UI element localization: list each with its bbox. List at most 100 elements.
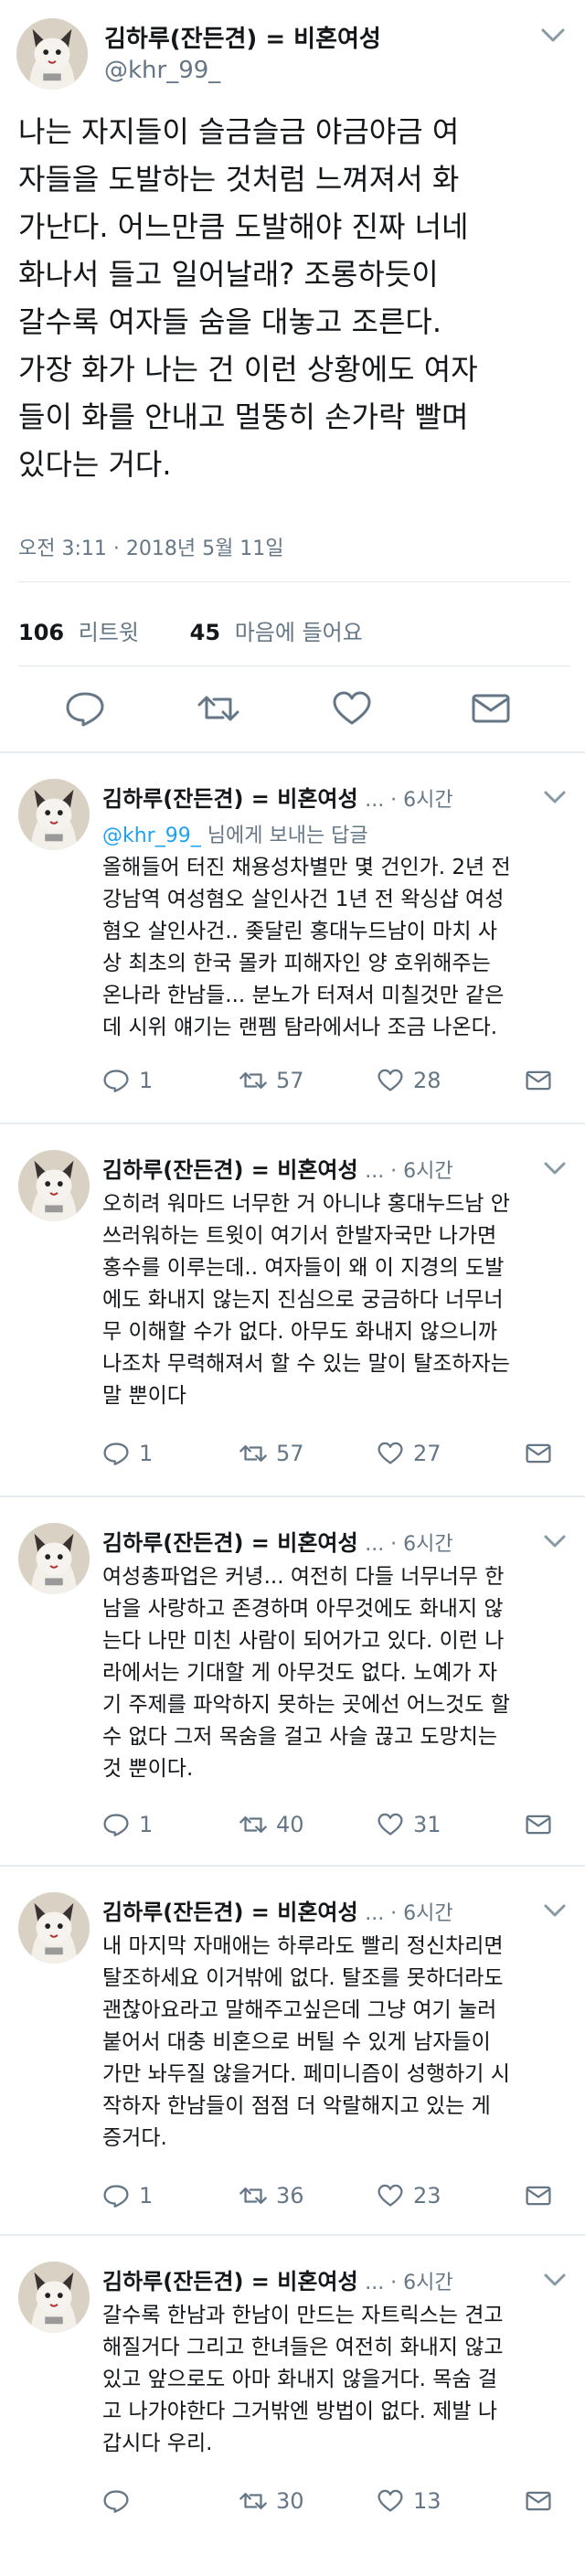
reply-text-line: 말 뿐이다	[102, 1384, 186, 1408]
replies-count: 1	[139, 1812, 154, 1837]
reply-text-line: 내 마지막 자매애는 하루라도 빨리 정신차리면	[102, 1934, 504, 1958]
reply-text-line: 오히려 워마드 너무한 거 아니냐 홍대누드남 안	[102, 1192, 510, 1216]
reply-text-line: 작하자 한남들이 점점 더 악랄해지고 있는 게	[102, 2094, 491, 2118]
reply-header: 김하루(잔든견) = 비혼여성 ... · 6시간	[102, 1525, 453, 1557]
message-icon	[526, 1815, 551, 1835]
reply-text-line: 데 시위 얘기는 랜펨 탐라에서나 조금 나온다.	[102, 1016, 498, 1039]
message-button[interactable]	[525, 2179, 561, 2212]
retweets-count: 36	[276, 2183, 304, 2209]
tweet-text-line: 자들을 도발하는 것처럼 느껴져서 화	[18, 162, 460, 197]
reply-button[interactable]	[102, 2485, 139, 2517]
author-avatar[interactable]	[18, 2262, 90, 2333]
reply-text-line: 홍수를 이루는데.. 여자들이 왜 이 지경의 도발	[102, 1256, 505, 1280]
reply-button[interactable]: 1	[102, 1437, 153, 1470]
author-avatar[interactable]	[18, 1892, 90, 1964]
reply-button[interactable]: 1	[102, 1064, 153, 1097]
reply-button[interactable]	[62, 687, 108, 729]
chevron-down-icon[interactable]	[541, 786, 569, 808]
tweet-text-line: 가장 화가 나는 건 이런 상황에도 여자	[18, 352, 478, 387]
like-button[interactable]: 28	[377, 1064, 441, 1097]
like-button[interactable]: 27	[377, 1437, 441, 1470]
author-name[interactable]: 김하루(잔든견) = 비혼여성	[102, 1530, 358, 1556]
message-icon	[472, 694, 510, 723]
retweet-icon	[239, 2187, 267, 2204]
chevron-down-icon[interactable]	[537, 22, 569, 48]
reply-icon	[103, 1814, 129, 1836]
reply-text-line: 붙어서 대충 비혼으로 버틸 수 있게 남자들이	[102, 2030, 491, 2054]
message-icon	[526, 2186, 551, 2206]
message-button[interactable]	[525, 1437, 561, 1470]
reply-text: 내 마지막 자매애는 하루라도 빨리 정신차리면 탈조하세요 이거밖에 없다. …	[102, 1931, 570, 2155]
message-icon	[526, 1443, 551, 1464]
retweet-button[interactable]: 30	[239, 2485, 304, 2517]
message-button[interactable]	[468, 687, 514, 729]
author-handle[interactable]: @khr_99_	[104, 57, 220, 84]
author-name[interactable]: 김하루(잔든견) = 비혼여성	[102, 786, 358, 812]
author-avatar[interactable]	[18, 1150, 90, 1221]
reply-icon	[103, 1442, 129, 1465]
reply-text-line: 것 뿐이다.	[102, 1757, 194, 1781]
author-name[interactable]: 김하루(잔든견) = 비혼여성	[102, 2269, 358, 2294]
like-button[interactable]: 23	[377, 2179, 441, 2212]
reply-text-line: 에도 화내지 않는지 진심으로 궁금하다 너무너	[102, 1288, 504, 1312]
retweet-button[interactable]: 36	[239, 2179, 304, 2212]
retweets-label[interactable]: 리트윗	[79, 620, 139, 645]
reply-actions: 1 36 23	[102, 2179, 570, 2212]
reply-tweet[interactable]: 김하루(잔든견) = 비혼여성 ... · 6시간 내 마지막 자매애는 하루라…	[0, 1892, 585, 2221]
retweet-button[interactable]: 57	[239, 1064, 304, 1097]
separator	[0, 1865, 585, 1867]
replying-to-handle[interactable]: @khr_99_	[102, 825, 201, 847]
chevron-down-icon[interactable]	[541, 2269, 569, 2291]
author-avatar[interactable]	[18, 779, 90, 850]
reply-tweet[interactable]: 김하루(잔든견) = 비혼여성 ... · 6시간 갈수록 한남과 한남이 만드…	[0, 2262, 585, 2572]
reply-meta: ... · 6시간	[365, 1902, 453, 1925]
retweet-button[interactable]: 57	[239, 1437, 304, 1470]
message-button[interactable]	[525, 1064, 561, 1097]
like-button[interactable]: 31	[377, 1808, 441, 1841]
likes-label[interactable]: 마음에 들어요	[235, 620, 363, 645]
reply-tweet[interactable]: 김하루(잔든견) = 비혼여성 ... · 6시간 @khr_99_ 님에게 보…	[0, 779, 585, 1108]
reply-text-line: 가만 놔두질 않을거다. 페미니즘이 성행하기 시	[102, 2062, 510, 2086]
separator	[0, 2234, 585, 2236]
reply-text-line: 갑시다 우리.	[102, 2432, 213, 2455]
reply-tweet[interactable]: 김하루(잔든견) = 비혼여성 ... · 6시간 여성총파업은 커녕... 여…	[0, 1523, 585, 1852]
reply-actions: 1 57 27	[102, 1437, 570, 1470]
like-button[interactable]: 13	[377, 2485, 441, 2517]
message-button[interactable]	[525, 1808, 561, 1841]
message-button[interactable]	[525, 2485, 561, 2517]
reply-tweet[interactable]: 김하루(잔든견) = 비혼여성 ... · 6시간 오히려 워마드 너무한 거 …	[0, 1150, 585, 1488]
retweet-button[interactable]	[196, 687, 241, 729]
retweets-count[interactable]: 106	[18, 620, 64, 645]
tweet-timestamp[interactable]: 오전 3:11 · 2018년 5월 11일	[18, 532, 284, 561]
tweet-text-line: 갈수록 여자들 숨을 대놓고 조른다.	[18, 304, 442, 339]
reply-text: 오히려 워마드 너무한 거 아니냐 홍대누드남 안 쓰러워하는 트윗이 여기서 …	[102, 1188, 570, 1412]
reply-text-line: 해질거다 그리고 한녀들은 여전히 화내지 않고	[102, 2336, 504, 2359]
tweet-text-line: 가난다. 어느만큼 도발해야 진짜 너네	[18, 209, 469, 244]
tweet-text-line: 나는 자지들이 슬금슬금 야금야금 여	[18, 114, 460, 149]
author-avatar[interactable]	[16, 18, 88, 90]
reply-text-line: 무 이해할 수가 없다. 아무도 화내지 않으니까	[102, 1320, 498, 1344]
reply-button[interactable]: 1	[102, 2179, 153, 2212]
author-name[interactable]: 김하루(잔든견) = 비혼여성	[102, 1900, 358, 1925]
reply-text-line: 상 최초의 한국 몰카 피해자인 양 호위해주는	[102, 952, 491, 975]
chevron-down-icon[interactable]	[541, 1530, 569, 1552]
reply-text-line: 라에서는 기대할 게 아무것도 없다. 노예가 자	[102, 1661, 498, 1685]
reply-meta: ... · 6시간	[365, 1160, 453, 1183]
reply-button[interactable]: 1	[102, 1808, 153, 1841]
author-name[interactable]: 김하루(잔든견) = 비혼여성	[102, 1157, 358, 1183]
author-avatar[interactable]	[18, 1523, 90, 1594]
like-button[interactable]	[329, 687, 375, 729]
retweets-count: 30	[276, 2488, 304, 2514]
retweets-count: 57	[276, 1068, 304, 1093]
retweet-icon	[239, 1816, 267, 1833]
tweet-text: 나는 자지들이 슬금슬금 야금야금 여 자들을 도발하는 것처럼 느껴져서 화 …	[18, 108, 567, 488]
reply-text-line: 쓰러워하는 트윗이 여기서 한발자국만 나가면	[102, 1224, 497, 1248]
retweet-icon	[239, 2493, 267, 2509]
tweet-actions	[0, 687, 585, 735]
chevron-down-icon[interactable]	[541, 1157, 569, 1179]
retweet-button[interactable]: 40	[239, 1808, 304, 1841]
chevron-down-icon[interactable]	[541, 1900, 569, 1921]
author-name[interactable]: 김하루(잔든견) = 비혼여성	[104, 20, 381, 54]
reply-meta: ... · 6시간	[365, 2272, 453, 2294]
likes-count[interactable]: 45	[190, 620, 220, 645]
